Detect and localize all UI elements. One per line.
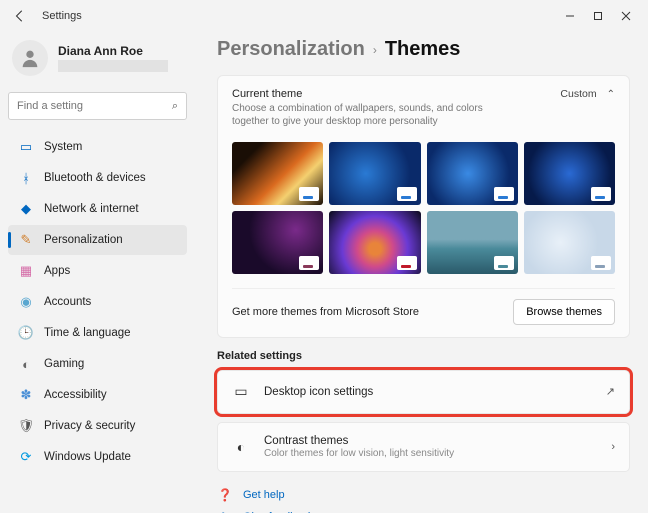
theme-thumbnail[interactable] [329, 142, 420, 205]
help-icon: ❓ [217, 488, 233, 502]
setting-icon: ▭ [232, 383, 250, 401]
sidebar-item-network-internet[interactable]: ◆ Network & internet [8, 194, 187, 224]
setting-title: Desktop icon settings [264, 386, 592, 398]
nav-icon: 🛡 [18, 418, 34, 434]
nav-icon: ▭ [18, 139, 34, 155]
sidebar-item-privacy-security[interactable]: 🛡 Privacy & security [8, 411, 187, 441]
nav-label: Accessibility [44, 389, 107, 401]
setting-row-contrast-themes[interactable]: ◐ Contrast themesColor themes for low vi… [217, 422, 630, 472]
nav-icon: ✽ [18, 387, 34, 403]
content-area: Personalization › Themes Current theme C… [195, 32, 648, 513]
sidebar-item-gaming[interactable]: ◐ Gaming [8, 349, 187, 379]
nav-icon: ◐ [18, 356, 34, 372]
card-title: Current theme [232, 88, 512, 100]
nav-icon: ᚼ [18, 170, 34, 186]
help-label: Get help [243, 489, 285, 501]
search-icon: ⌕ [172, 100, 178, 113]
theme-thumbnail[interactable] [232, 142, 323, 205]
nav-label: System [44, 141, 82, 153]
sidebar-item-system[interactable]: ▭ System [8, 132, 187, 162]
close-button[interactable] [612, 4, 640, 28]
breadcrumb: Personalization › Themes [217, 38, 630, 61]
theme-mode: Custom [560, 88, 596, 100]
nav-label: Personalization [44, 234, 123, 246]
sidebar-item-windows-update[interactable]: ⟳ Windows Update [8, 442, 187, 472]
card-desc: Choose a combination of wallpapers, soun… [232, 102, 512, 128]
nav-label: Gaming [44, 358, 84, 370]
setting-icon: ◐ [232, 438, 250, 456]
nav-icon: ◆ [18, 201, 34, 217]
sidebar-item-time-language[interactable]: 🕒 Time & language [8, 318, 187, 348]
sidebar-item-personalization[interactable]: ✎ Personalization [8, 225, 187, 255]
nav-label: Network & internet [44, 203, 139, 215]
breadcrumb-parent[interactable]: Personalization [217, 38, 365, 61]
nav-label: Privacy & security [44, 420, 135, 432]
current-theme-card: Current theme Choose a combination of wa… [217, 75, 630, 338]
theme-thumbnail[interactable] [329, 211, 420, 274]
theme-thumbnail[interactable] [427, 142, 518, 205]
user-block[interactable]: Diana Ann Roe [8, 36, 187, 86]
search-box[interactable]: ⌕ [8, 92, 187, 120]
nav-label: Time & language [44, 327, 131, 339]
setting-title: Contrast themes [264, 435, 597, 447]
help-link-give-feedback[interactable]: ✎Give feedback [217, 506, 630, 513]
help-link-get-help[interactable]: ❓ Get help [217, 484, 630, 506]
window-title: Settings [42, 10, 82, 22]
related-heading: Related settings [217, 350, 630, 362]
collapse-icon[interactable]: ⌃ [607, 89, 615, 100]
maximize-button[interactable] [584, 4, 612, 28]
setting-row-desktop-icon-settings[interactable]: ▭ Desktop icon settings ↗ [217, 370, 630, 414]
nav-label: Apps [44, 265, 70, 277]
nav-icon: ✎ [18, 232, 34, 248]
open-icon: › [611, 441, 615, 453]
sidebar: Diana Ann Roe ⌕ ▭ System ᚼ Bluetooth & devi… [0, 32, 195, 513]
nav-icon: ◉ [18, 294, 34, 310]
store-text: Get more themes from Microsoft Store [232, 306, 419, 318]
sidebar-item-bluetooth-devices[interactable]: ᚼ Bluetooth & devices [8, 163, 187, 193]
nav-icon: 🕒 [18, 325, 34, 341]
setting-desc: Color themes for low vision, light sensi… [264, 448, 597, 459]
chevron-right-icon: › [373, 43, 377, 57]
nav-icon: ⟳ [18, 449, 34, 465]
sidebar-item-accounts[interactable]: ◉ Accounts [8, 287, 187, 317]
theme-thumbnail[interactable] [232, 211, 323, 274]
theme-thumbnail[interactable] [524, 142, 615, 205]
search-input[interactable] [17, 100, 172, 112]
minimize-button[interactable] [556, 4, 584, 28]
theme-thumbnail[interactable] [524, 211, 615, 274]
back-button[interactable] [8, 4, 32, 28]
theme-thumbnail[interactable] [427, 211, 518, 274]
user-email-placeholder [58, 60, 168, 72]
nav-label: Accounts [44, 296, 91, 308]
nav-label: Bluetooth & devices [44, 172, 146, 184]
browse-themes-button[interactable]: Browse themes [513, 299, 615, 325]
sidebar-item-accessibility[interactable]: ✽ Accessibility [8, 380, 187, 410]
user-name: Diana Ann Roe [58, 44, 168, 58]
open-icon: ↗ [606, 385, 615, 398]
nav-icon: ▦ [18, 263, 34, 279]
sidebar-item-apps[interactable]: ▦ Apps [8, 256, 187, 286]
nav-label: Windows Update [44, 451, 131, 463]
breadcrumb-current: Themes [385, 38, 461, 61]
avatar [12, 40, 48, 76]
